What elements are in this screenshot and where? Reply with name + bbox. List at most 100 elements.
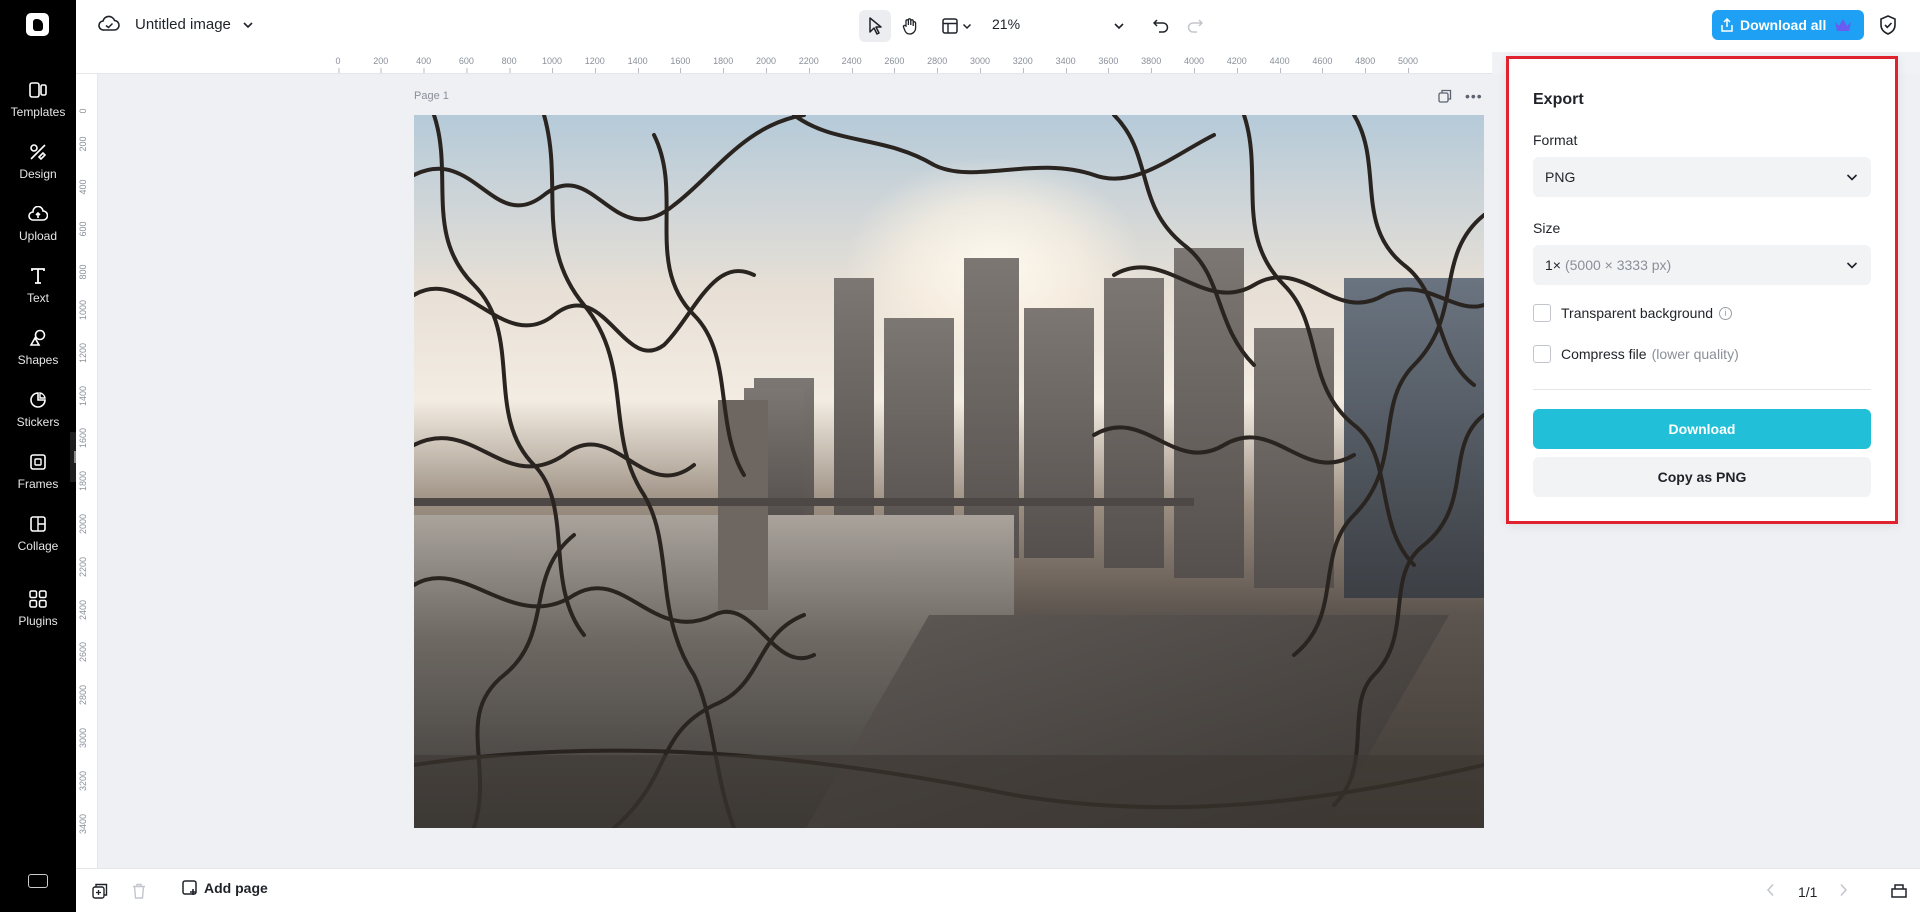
- ruler-tick-label: 4200: [1226, 56, 1247, 73]
- chevron-down-icon: [962, 23, 972, 30]
- download-all-button[interactable]: Download all: [1712, 10, 1864, 40]
- size-select[interactable]: 1× (5000 × 3333 px): [1533, 245, 1871, 285]
- ruler-tick-label: 4600: [1312, 56, 1333, 73]
- transparent-background-label: Transparent background: [1561, 305, 1714, 321]
- crown-icon: [1835, 19, 1852, 31]
- redo-button[interactable]: [1182, 10, 1208, 42]
- cloud-sync-icon[interactable]: [98, 15, 120, 38]
- ruler-tick-label: 4800: [1355, 56, 1376, 73]
- plugins-icon: [27, 588, 49, 610]
- sidebar-item-label: Text: [26, 291, 49, 305]
- ruler-tick-label: 1600: [670, 56, 691, 73]
- keyboard-shortcuts-icon[interactable]: [28, 874, 48, 888]
- layout-icon: [942, 18, 958, 34]
- download-button[interactable]: Download: [1533, 409, 1871, 449]
- ruler-tick-label: 3200: [1012, 56, 1033, 73]
- divider: [1533, 389, 1871, 390]
- sidebar-item-upload[interactable]: Upload: [0, 203, 76, 259]
- shapes-icon: [27, 327, 49, 349]
- ruler-tick-label: 200: [373, 56, 389, 73]
- canvas-image[interactable]: [414, 115, 1484, 828]
- info-icon[interactable]: i: [1719, 306, 1733, 320]
- hand-tool-button[interactable]: [894, 10, 926, 42]
- sidebar-item-label: Plugins: [18, 614, 58, 628]
- size-label: Size: [1533, 220, 1561, 236]
- shield-icon[interactable]: [1879, 15, 1897, 40]
- chevron-down-icon: [1846, 262, 1858, 269]
- sidebar-item-label: Frames: [17, 477, 59, 491]
- trash-icon[interactable]: [132, 883, 146, 904]
- zoom-dropdown-button[interactable]: [1109, 10, 1129, 42]
- sidebar-item-text[interactable]: Text: [0, 265, 76, 321]
- compress-file-label: Compress file: [1561, 346, 1647, 362]
- sidebar-item-label: Design: [19, 167, 57, 181]
- ruler-tick-label: 2800: [927, 56, 948, 73]
- ruler-tick-label: 2600: [884, 56, 905, 73]
- ruler-tick-label: 3000: [78, 727, 88, 748]
- hand-icon: [902, 18, 917, 35]
- format-select[interactable]: PNG: [1533, 157, 1871, 197]
- sidebar-item-frames[interactable]: Frames: [0, 451, 76, 507]
- copy-as-png-button[interactable]: Copy as PNG: [1533, 457, 1871, 497]
- add-page-icon: [182, 880, 197, 895]
- ruler-tick-label: 5000: [1397, 56, 1419, 73]
- ruler-tick-label: 2400: [841, 56, 862, 73]
- top-toolbar: Untitled image 21% Download all: [76, 0, 1920, 52]
- ruler-tick-label: 1000: [541, 56, 563, 73]
- compress-file-checkbox[interactable]: [1533, 345, 1551, 363]
- add-page-label: Add page: [204, 880, 268, 896]
- select-tool-button[interactable]: [859, 10, 891, 42]
- chevron-down-icon[interactable]: [242, 18, 254, 36]
- sidebar-item-shapes[interactable]: Shapes: [0, 327, 76, 383]
- layers-panel-icon[interactable]: [1890, 881, 1908, 904]
- ruler-tick-label: 400: [416, 56, 432, 73]
- sidebar-item-plugins[interactable]: Plugins: [0, 588, 76, 644]
- sidebar-item-collage[interactable]: Collage: [0, 513, 76, 569]
- layout-menu-button[interactable]: [937, 10, 977, 42]
- ruler-tick-label: 3400: [1055, 56, 1076, 73]
- chevron-down-icon: [1114, 23, 1124, 30]
- page-indicator: 1/1: [1798, 884, 1818, 900]
- ruler-tick-label: 2000: [78, 513, 88, 534]
- sidebar-item-label: Stickers: [16, 415, 60, 429]
- more-options-icon[interactable]: •••: [1465, 88, 1483, 104]
- ruler-tick-label: 4400: [1269, 56, 1290, 73]
- frames-icon: [27, 451, 49, 473]
- chevron-down-icon: [1846, 174, 1858, 181]
- undo-icon: [1153, 19, 1169, 33]
- zoom-level[interactable]: 21%: [992, 16, 1020, 32]
- transparent-background-checkbox[interactable]: [1533, 304, 1551, 322]
- app-logo[interactable]: [26, 13, 49, 36]
- chevron-right-icon[interactable]: [1838, 883, 1848, 902]
- ruler-tick-label: 1200: [78, 342, 88, 363]
- sidebar-item-label: Collage: [17, 539, 59, 553]
- sidebar-item-label: Upload: [18, 229, 58, 243]
- page-label: Page 1: [414, 90, 449, 102]
- ruler-tick-label: 3200: [78, 770, 88, 791]
- duplicate-page-icon[interactable]: [1438, 89, 1452, 108]
- document-title[interactable]: Untitled image: [135, 16, 231, 33]
- ruler-tick-label: 1400: [627, 56, 648, 73]
- sidebar-item-design[interactable]: Design: [0, 141, 76, 197]
- sidebar-item-stickers[interactable]: Stickers: [0, 389, 76, 445]
- left-sidebar: Templates Design Upload Text Shapes Stic…: [0, 0, 76, 912]
- ruler-tick-label: 2400: [78, 599, 88, 620]
- transparent-background-option[interactable]: Transparent background i: [1533, 304, 1733, 322]
- sidebar-item-templates[interactable]: Templates: [0, 79, 76, 135]
- compress-file-note: (lower quality): [1651, 346, 1739, 362]
- ruler-tick-label: 3600: [1098, 56, 1119, 73]
- design-icon: [27, 141, 49, 163]
- duplicate-page-icon[interactable]: [92, 883, 108, 904]
- ruler-tick-label: 800: [78, 264, 88, 280]
- image-chain-fence: [414, 115, 1484, 828]
- compress-file-option[interactable]: Compress file (lower quality): [1533, 345, 1739, 363]
- sidebar-item-label: Shapes: [17, 353, 59, 367]
- ruler-tick-label: 4000: [1183, 56, 1205, 73]
- ruler-tick-label: 400: [78, 179, 88, 195]
- undo-button[interactable]: [1148, 10, 1174, 42]
- ruler-tick-label: 1800: [78, 471, 88, 492]
- chevron-left-icon[interactable]: [1766, 883, 1776, 902]
- add-page-button[interactable]: Add page: [182, 880, 268, 896]
- ruler-tick-label: 2200: [798, 56, 819, 73]
- ruler-tick-label: 3800: [1141, 56, 1162, 73]
